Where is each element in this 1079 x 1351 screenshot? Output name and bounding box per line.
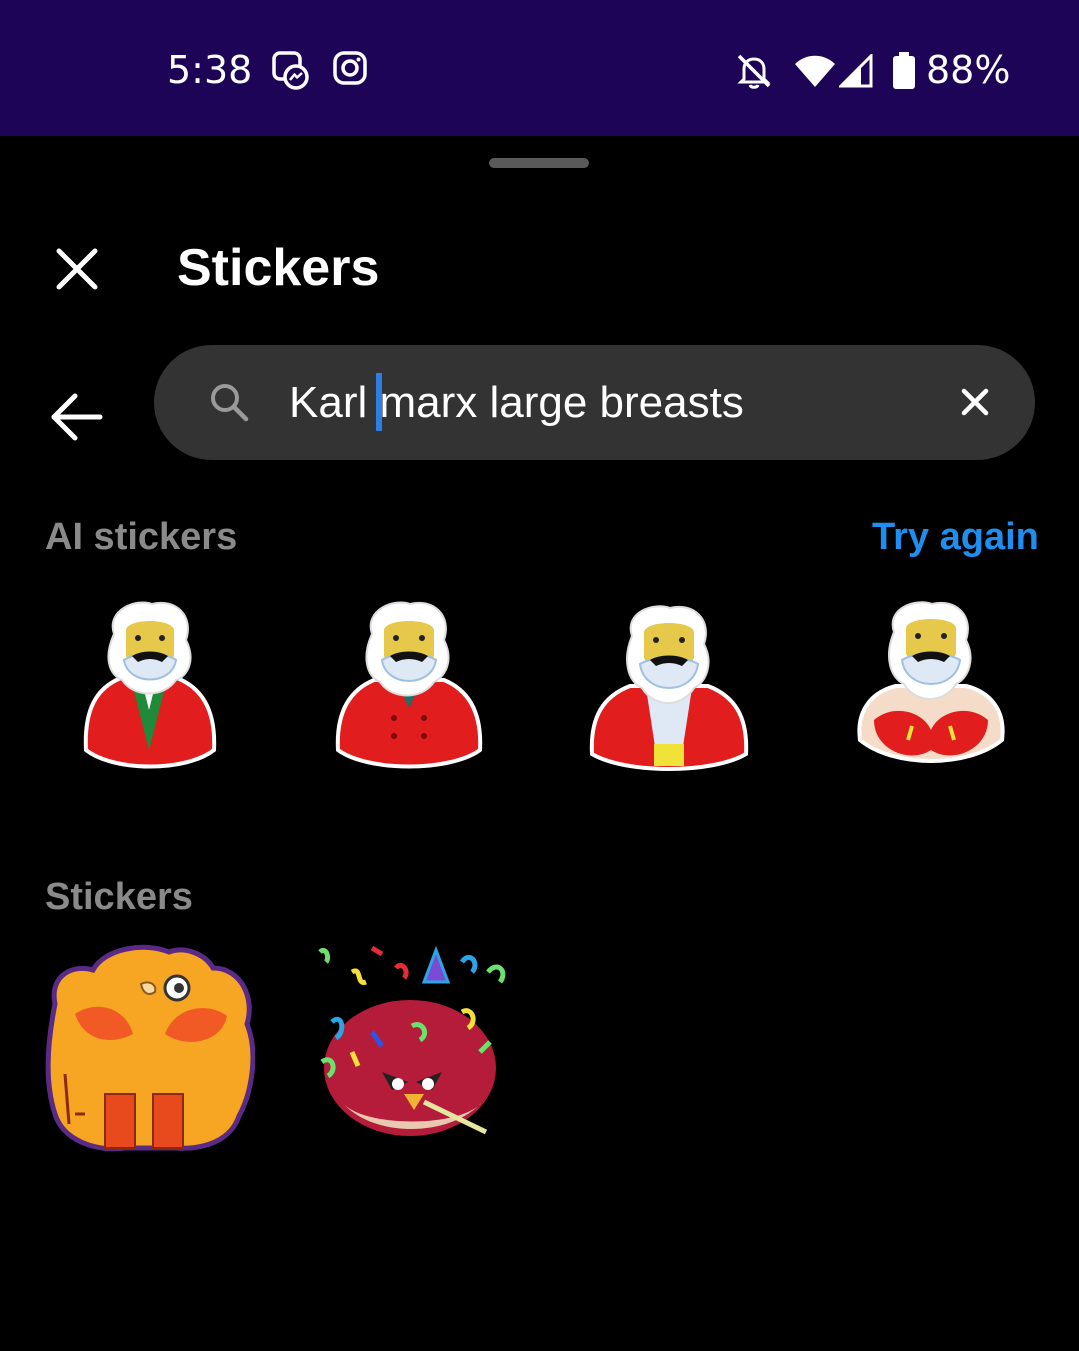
back-arrow-icon[interactable] <box>50 390 104 444</box>
instagram-icon <box>333 51 367 85</box>
text-caret <box>376 373 382 431</box>
status-bar: 5:38 88% <box>0 0 1079 136</box>
close-icon[interactable] <box>52 244 102 294</box>
search-input[interactable]: Karl marx large breasts <box>289 378 929 428</box>
stickers-heading: Stickers <box>45 876 193 918</box>
sticker-yellow-creature[interactable] <box>45 944 255 1154</box>
status-time: 5:38 <box>167 48 253 92</box>
sticker-party-bird[interactable] <box>312 942 512 1138</box>
clear-search-icon[interactable] <box>958 385 992 419</box>
battery-percent: 88% <box>926 48 1011 92</box>
ai-sticker-2[interactable] <box>332 600 486 776</box>
ai-stickers-heading: AI stickers <box>45 516 238 558</box>
ai-sticker-3[interactable] <box>588 604 750 776</box>
ai-sticker-4[interactable] <box>852 600 1010 772</box>
try-again-button[interactable]: Try again <box>872 516 1039 559</box>
battery-icon <box>893 52 915 89</box>
signal-icon <box>839 54 873 88</box>
page-title: Stickers <box>177 239 380 297</box>
ai-sticker-1[interactable] <box>76 600 222 776</box>
search-bar: Karl marx large breasts <box>154 345 1035 460</box>
messenger-icon <box>272 51 309 90</box>
sheet-drag-handle[interactable] <box>489 158 589 168</box>
wifi-icon <box>795 55 835 87</box>
search-icon <box>211 384 249 422</box>
bell-muted-icon <box>737 54 771 89</box>
